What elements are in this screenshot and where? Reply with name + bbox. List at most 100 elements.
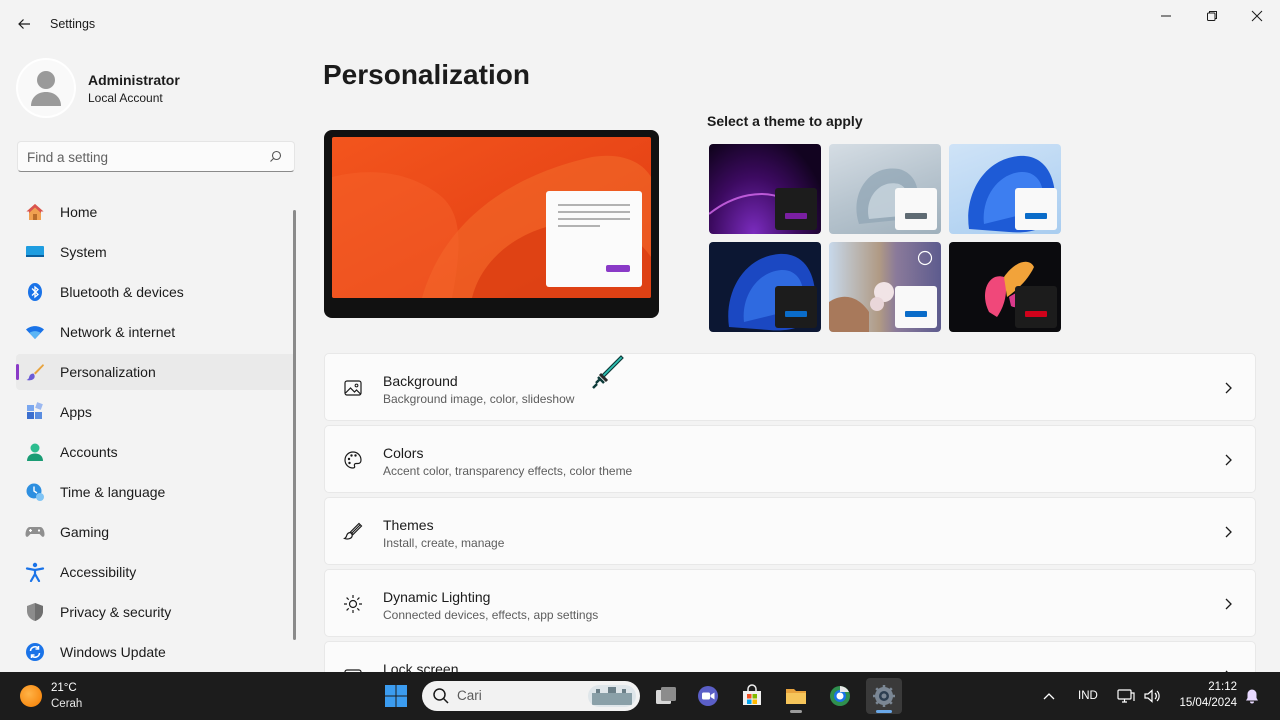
chevron-right-icon bbox=[1225, 598, 1232, 610]
file-explorer-button[interactable] bbox=[778, 678, 814, 714]
sidebar-item-time-language[interactable]: Time & language bbox=[16, 474, 296, 510]
theme-preview bbox=[324, 130, 659, 318]
user-icon bbox=[31, 71, 61, 106]
theme-window bbox=[895, 286, 937, 328]
sidebar-scrollbar[interactable] bbox=[293, 210, 296, 640]
theme-window bbox=[1015, 286, 1057, 328]
sidebar-item-label: Accounts bbox=[60, 444, 118, 460]
sidebar-item-accounts[interactable]: Accounts bbox=[16, 434, 296, 470]
sidebar-item-gaming[interactable]: Gaming bbox=[16, 514, 296, 550]
show-hidden-icons-button[interactable] bbox=[1032, 678, 1066, 714]
card-subtitle: Accent color, transparency effects, colo… bbox=[383, 464, 633, 478]
card-colors[interactable]: Colors Accent color, transparency effect… bbox=[324, 425, 1256, 493]
input-language[interactable]: IND bbox=[1078, 690, 1098, 702]
store-icon bbox=[743, 684, 761, 705]
back-button[interactable] bbox=[10, 10, 38, 38]
brush-icon bbox=[343, 522, 363, 542]
accounts-icon bbox=[25, 442, 45, 462]
sidebar-item-apps[interactable]: Apps bbox=[16, 394, 296, 430]
card-title: Background bbox=[383, 373, 458, 389]
theme-tile[interactable] bbox=[709, 144, 821, 234]
active-indicator bbox=[876, 710, 892, 713]
search-icon[interactable] bbox=[269, 150, 282, 163]
card-subtitle: Install, create, manage bbox=[383, 536, 505, 550]
theme-tile[interactable] bbox=[829, 242, 941, 332]
sidebar-item-personalization[interactable]: Personalization bbox=[16, 354, 296, 390]
search-input[interactable] bbox=[27, 147, 267, 167]
minimize-button[interactable] bbox=[1143, 0, 1189, 32]
chevron-right-icon bbox=[1225, 382, 1232, 394]
volume-icon bbox=[1144, 689, 1160, 703]
weather-condition: Cerah bbox=[51, 698, 83, 710]
sidebar-item-label: Personalization bbox=[60, 364, 156, 380]
account-type: Local Account bbox=[88, 91, 163, 105]
brush-icon bbox=[25, 362, 45, 382]
folder-icon bbox=[786, 689, 806, 704]
user-profile[interactable]: Administrator Local Account bbox=[16, 58, 296, 118]
sidebar-item-label: Network & internet bbox=[60, 324, 176, 340]
settings-search[interactable] bbox=[17, 141, 295, 172]
shield-icon bbox=[25, 602, 45, 622]
sidebar-nav: Home System Bluetooth & devices Network … bbox=[16, 194, 296, 674]
start-button[interactable] bbox=[378, 678, 414, 714]
taskbar: 21°C Cerah Cari IND 21:12 15/04/2024 bbox=[0, 672, 1280, 720]
card-background[interactable]: Background Background image, color, slid… bbox=[324, 353, 1256, 421]
profile-name: Administrator bbox=[88, 72, 180, 88]
restore-icon bbox=[1207, 11, 1217, 21]
task-view-button[interactable] bbox=[648, 678, 684, 714]
windows-logo-icon bbox=[385, 685, 407, 707]
sidebar-item-network[interactable]: Network & internet bbox=[16, 314, 296, 350]
theme-tile[interactable] bbox=[949, 144, 1061, 234]
sidebar-item-home[interactable]: Home bbox=[16, 194, 296, 230]
card-dynamic-lighting[interactable]: Dynamic Lighting Connected devices, effe… bbox=[324, 569, 1256, 637]
clock-time[interactable]: 21:12 bbox=[1208, 681, 1237, 693]
card-title: Dynamic Lighting bbox=[383, 589, 491, 605]
theme-tile[interactable] bbox=[829, 144, 941, 234]
settings-list: Background Background image, color, slid… bbox=[324, 353, 1256, 713]
lighting-icon bbox=[343, 594, 363, 614]
preview-window bbox=[546, 191, 642, 287]
chevron-right-icon bbox=[1225, 454, 1232, 466]
theme-tile[interactable] bbox=[709, 242, 821, 332]
sidebar-item-label: Gaming bbox=[60, 524, 110, 540]
system-icon bbox=[25, 242, 45, 262]
sidebar-item-system[interactable]: System bbox=[16, 234, 296, 270]
sidebar-item-label: Accessibility bbox=[60, 564, 137, 580]
clock-date[interactable]: 15/04/2024 bbox=[1179, 697, 1237, 709]
home-icon bbox=[25, 202, 45, 222]
sidebar-item-label: Privacy & security bbox=[60, 604, 172, 620]
sidebar-item-accessibility[interactable]: Accessibility bbox=[16, 554, 296, 590]
title-bar: Settings bbox=[0, 0, 1280, 48]
sidebar-item-label: Time & language bbox=[60, 484, 166, 500]
sidebar-item-windows-update[interactable]: Windows Update bbox=[16, 634, 296, 670]
quick-settings-button[interactable] bbox=[1108, 678, 1170, 714]
accessibility-icon bbox=[25, 562, 45, 582]
browser-button[interactable] bbox=[822, 678, 858, 714]
card-title: Themes bbox=[383, 517, 434, 533]
sun-icon bbox=[20, 685, 42, 707]
sidebar-item-bluetooth[interactable]: Bluetooth & devices bbox=[16, 274, 296, 310]
taskbar-search[interactable]: Cari bbox=[422, 681, 640, 711]
card-themes[interactable]: Themes Install, create, manage bbox=[324, 497, 1256, 565]
bell-icon bbox=[1246, 689, 1258, 704]
theme-window bbox=[775, 188, 817, 230]
theme-tile[interactable] bbox=[949, 242, 1061, 332]
minimize-icon bbox=[1161, 15, 1171, 17]
sidebar-item-privacy[interactable]: Privacy & security bbox=[16, 594, 296, 630]
card-subtitle: Background image, color, slideshow bbox=[383, 392, 575, 406]
maximize-button[interactable] bbox=[1189, 0, 1235, 32]
sidebar-item-label: Windows Update bbox=[60, 644, 166, 660]
theme-section-label: Select a theme to apply bbox=[707, 113, 863, 129]
taskbar-search-label: Cari bbox=[457, 688, 482, 703]
notifications-button[interactable] bbox=[1236, 678, 1268, 714]
teams-button[interactable] bbox=[690, 678, 726, 714]
back-arrow-icon bbox=[18, 19, 30, 29]
close-button[interactable] bbox=[1234, 0, 1280, 32]
settings-app-button[interactable] bbox=[866, 678, 902, 714]
sidebar-item-label: Home bbox=[60, 204, 98, 220]
store-button[interactable] bbox=[734, 678, 770, 714]
update-icon bbox=[25, 642, 45, 662]
theme-window bbox=[895, 188, 937, 230]
gamepad-icon bbox=[25, 522, 45, 542]
gear-icon bbox=[873, 685, 895, 707]
